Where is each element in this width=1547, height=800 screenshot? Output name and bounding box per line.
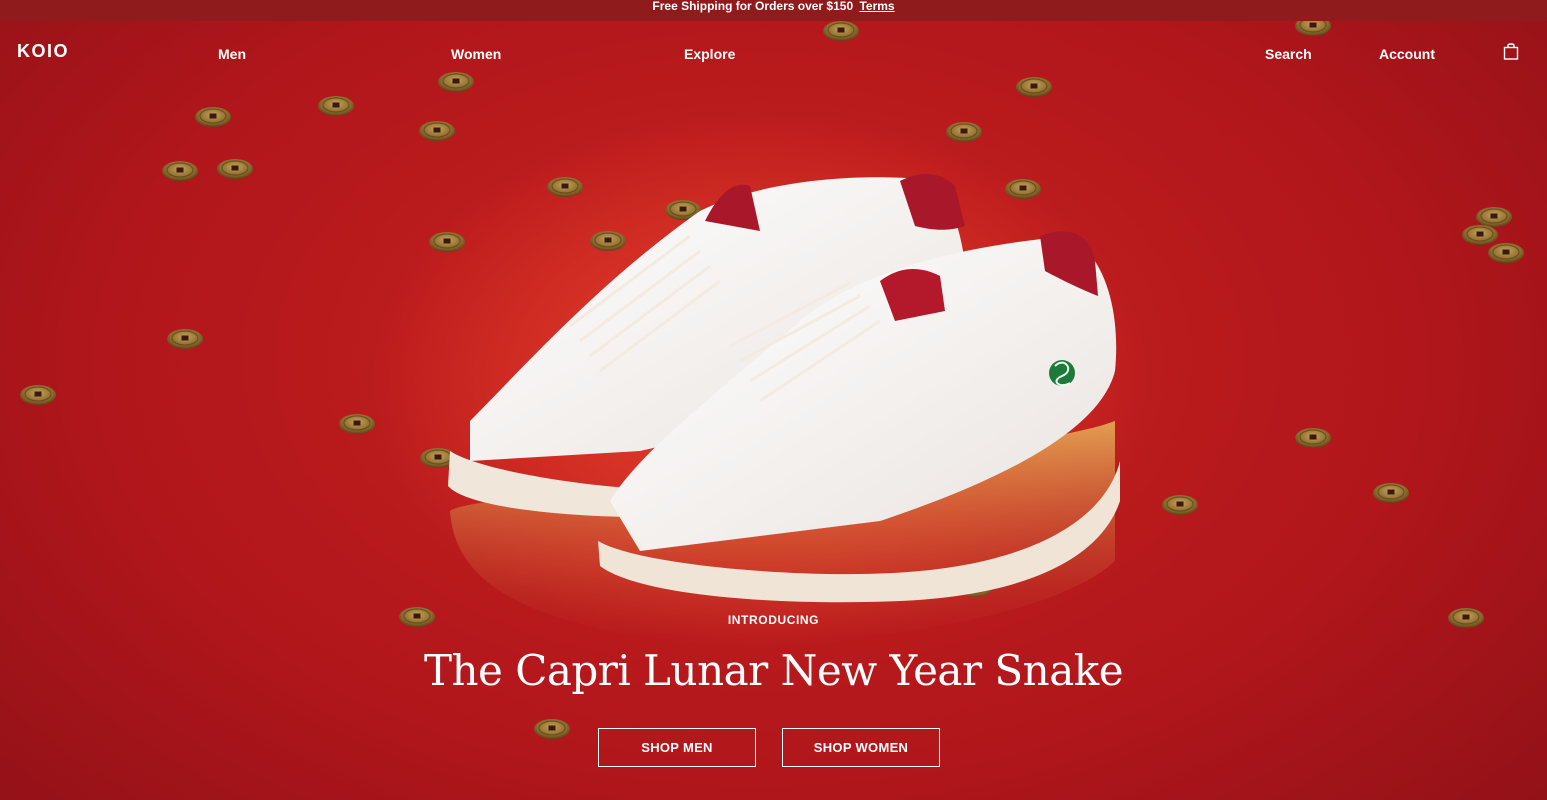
nav-link-men[interactable]: Men: [218, 46, 246, 62]
nav-link-explore[interactable]: Explore: [684, 46, 735, 62]
announcement-text: Free Shipping for Orders over $150: [652, 0, 854, 13]
terms-link[interactable]: Terms: [859, 0, 894, 13]
page: Free Shipping for Orders over $150 Terms…: [0, 0, 1547, 800]
shopping-bag-icon[interactable]: [1503, 42, 1519, 60]
site-header: KOIO Men Women Explore Search Account: [0, 21, 1547, 85]
nav-link-women[interactable]: Women: [451, 46, 501, 62]
announcement-bar: Free Shipping for Orders over $150 Terms: [0, 0, 1547, 21]
nav-link-search[interactable]: Search: [1265, 46, 1312, 62]
shop-men-button[interactable]: SHOP MEN: [598, 728, 756, 767]
shop-women-button[interactable]: SHOP WOMEN: [782, 728, 940, 767]
hero-title: The Capri Lunar New Year Snake: [423, 646, 1124, 695]
koio-logo[interactable]: KOIO: [17, 41, 69, 62]
hero-eyebrow: INTRODUCING: [727, 613, 820, 627]
nav-link-account[interactable]: Account: [1379, 46, 1435, 62]
